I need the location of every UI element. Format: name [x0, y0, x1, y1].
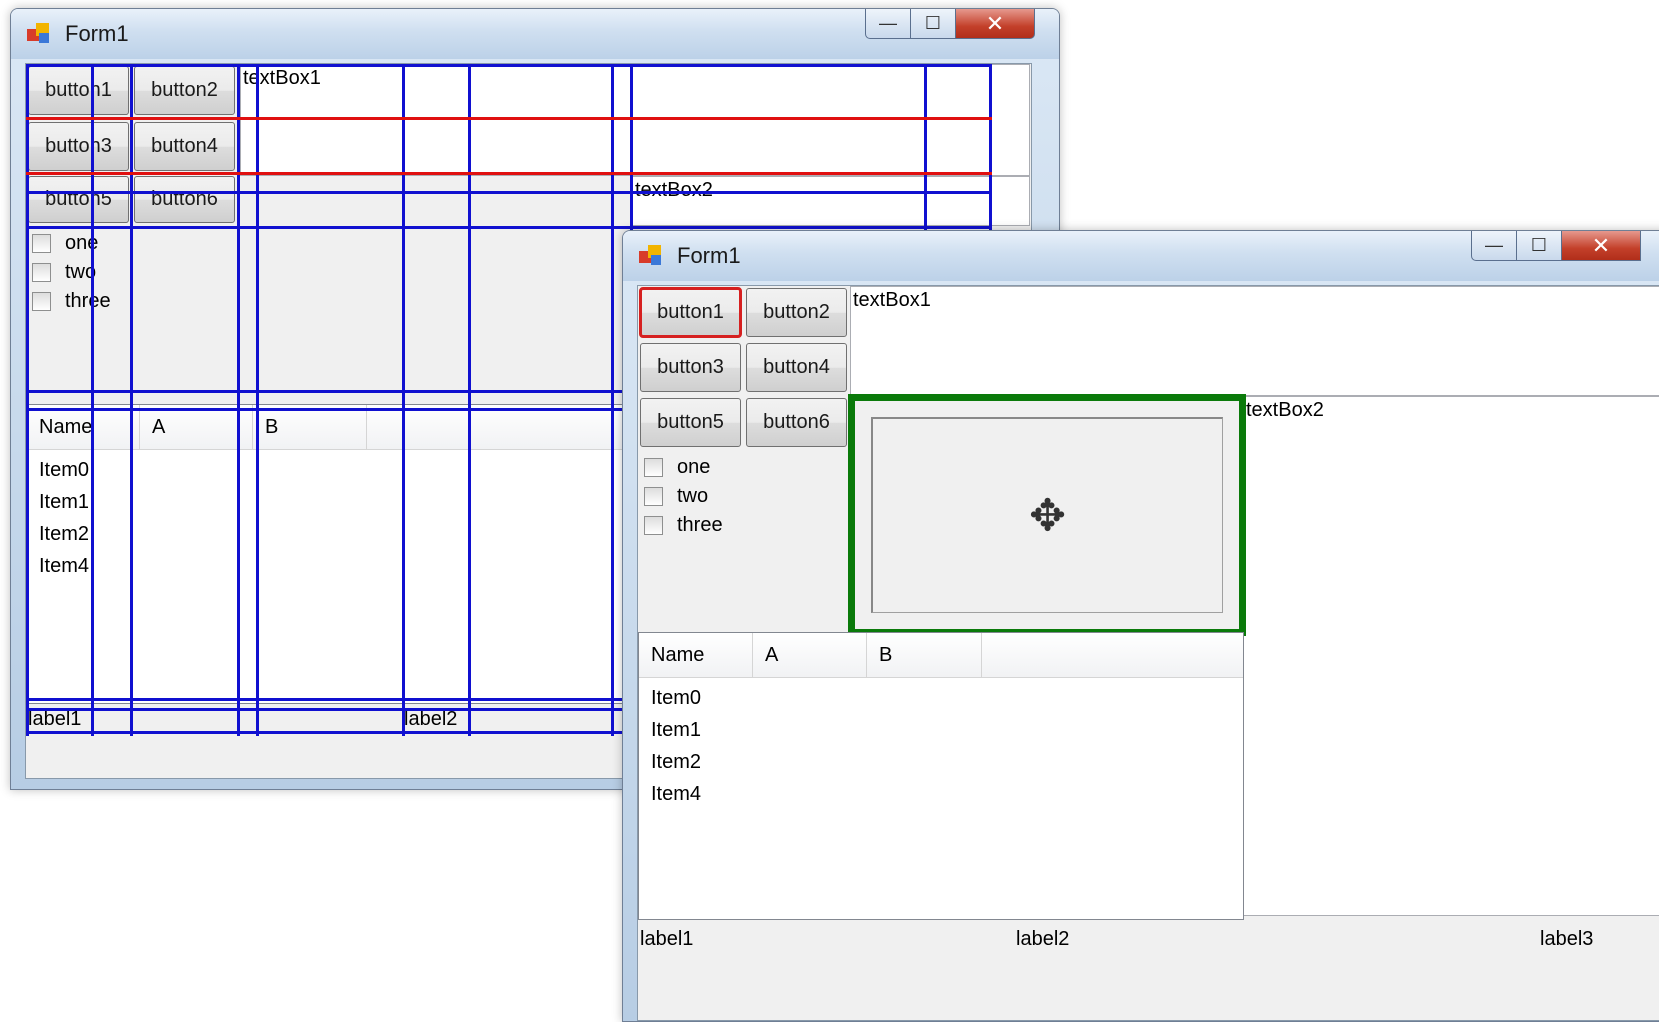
checkbox-box[interactable] [644, 457, 663, 477]
checkbox-label: three [677, 513, 723, 536]
maximize-button[interactable]: ☐ [910, 9, 956, 39]
checkbox-label: three [65, 289, 111, 312]
textbox-2[interactable]: textBox2 [632, 176, 1030, 226]
grid-line [468, 64, 471, 736]
label-1: label1 [28, 708, 82, 730]
textbox-1[interactable]: textBox1 [240, 64, 1030, 176]
window-title: Form1 [65, 21, 129, 46]
button-5[interactable]: button5 [640, 398, 741, 447]
minimize-button[interactable]: — [1471, 231, 1517, 261]
textbox-1[interactable]: textBox1 [850, 286, 1659, 396]
grid-line [26, 64, 29, 736]
dragged-panel[interactable]: ✥ [848, 394, 1246, 636]
app-icon [27, 23, 49, 43]
client-area: button1 button2 button3 button4 button5 … [637, 285, 1659, 1021]
minimize-icon: — [879, 13, 897, 33]
button-4[interactable]: button4 [134, 122, 235, 171]
button-5[interactable]: button5 [28, 176, 129, 223]
list-view[interactable]: Name A B Item0 Item1 Item2 Item4 [638, 632, 1244, 920]
checkbox-label: one [677, 455, 711, 478]
grid-line [26, 64, 992, 67]
panel-inner: ✥ [871, 417, 1223, 613]
checkbox-box[interactable] [644, 515, 663, 535]
grid-line [26, 191, 992, 194]
list-item[interactable]: Item0 [651, 687, 701, 710]
minimize-icon: — [1485, 235, 1503, 255]
close-button[interactable]: ✕ [955, 9, 1035, 39]
app-icon [639, 245, 661, 265]
textbox-2[interactable]: textBox2 [1243, 396, 1659, 916]
checkbox-one[interactable]: one [32, 230, 98, 256]
move-cursor-icon: ✥ [1029, 491, 1066, 540]
maximize-button[interactable]: ☐ [1516, 231, 1562, 261]
checkbox-two[interactable]: two [644, 483, 708, 509]
list-item[interactable]: Item0 [39, 459, 89, 482]
column-header-b[interactable]: B [867, 633, 982, 677]
list-item[interactable]: Item1 [651, 719, 701, 742]
highlight-line [26, 172, 992, 175]
title-bar[interactable]: Form1 — ☐ ✕ [11, 9, 1059, 59]
list-item[interactable]: Item1 [39, 491, 89, 514]
column-header-name[interactable]: Name [639, 633, 753, 677]
button-3[interactable]: button3 [28, 122, 129, 171]
checkbox-two[interactable]: two [32, 259, 96, 285]
column-header-b[interactable]: B [253, 405, 367, 449]
grid-line [611, 64, 614, 736]
checkbox-label: two [677, 484, 709, 507]
list-item[interactable]: Item4 [651, 783, 701, 806]
close-button[interactable]: ✕ [1561, 231, 1641, 261]
grid-line [237, 64, 240, 736]
label-1: label1 [640, 928, 694, 950]
column-header-name[interactable]: Name [27, 405, 140, 449]
label-2: label2 [404, 708, 458, 730]
list-header: Name A B [639, 633, 1243, 678]
checkbox-three[interactable]: three [644, 512, 723, 538]
highlight-line [26, 117, 992, 120]
button-1[interactable]: button1 [28, 66, 129, 115]
checkbox-one[interactable]: one [644, 454, 710, 480]
button-2[interactable]: button2 [746, 288, 847, 337]
close-icon: ✕ [985, 10, 1005, 36]
maximize-icon: ☐ [1530, 235, 1548, 255]
button-1[interactable]: button1 [639, 287, 742, 338]
list-item[interactable]: Item4 [39, 555, 89, 578]
button-6[interactable]: button6 [134, 176, 235, 223]
maximize-icon: ☐ [924, 13, 942, 33]
label-2: label2 [1016, 928, 1070, 950]
title-bar[interactable]: Form1 — ☐ ✕ [623, 231, 1659, 281]
grid-line [130, 64, 133, 736]
checkbox-box[interactable] [644, 486, 663, 506]
grid-line [256, 64, 259, 736]
list-item[interactable]: Item2 [651, 751, 701, 774]
grid-line [26, 226, 992, 229]
label-3: label3 [1540, 928, 1594, 950]
checkbox-box[interactable] [32, 291, 51, 311]
checkbox-box[interactable] [32, 262, 51, 282]
checkbox-three[interactable]: three [32, 288, 111, 314]
grid-line [91, 64, 94, 736]
list-item[interactable]: Item2 [39, 523, 89, 546]
minimize-button[interactable]: — [865, 9, 911, 39]
button-4[interactable]: button4 [746, 343, 847, 392]
window-title: Form1 [677, 243, 741, 268]
button-2[interactable]: button2 [134, 66, 235, 115]
form1-window-front[interactable]: Form1 — ☐ ✕ button1 button2 button3 butt… [622, 230, 1659, 1022]
button-6[interactable]: button6 [746, 398, 847, 447]
column-header-a[interactable]: A [753, 633, 867, 677]
checkbox-box[interactable] [32, 233, 51, 253]
grid-line [402, 64, 405, 736]
button-3[interactable]: button3 [640, 343, 741, 392]
close-icon: ✕ [1591, 232, 1611, 258]
